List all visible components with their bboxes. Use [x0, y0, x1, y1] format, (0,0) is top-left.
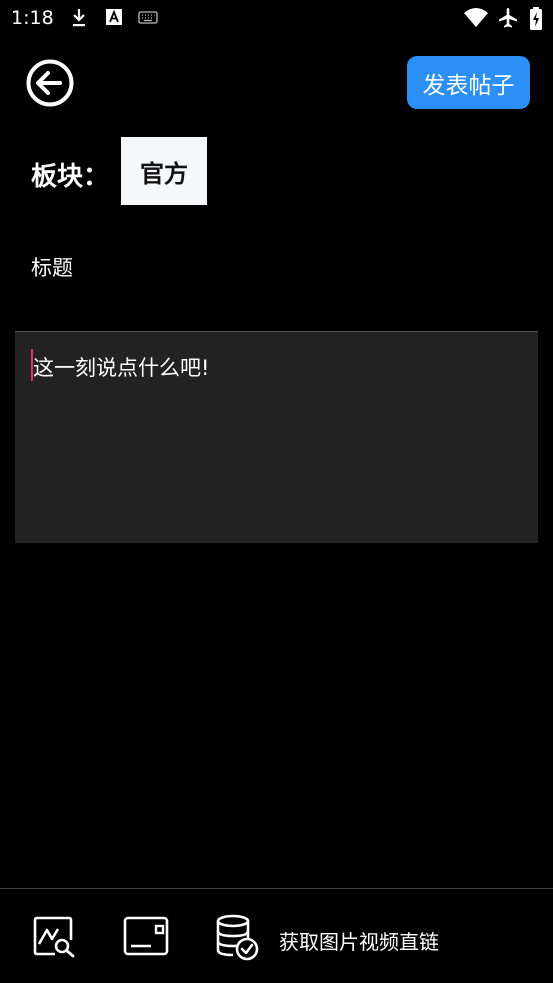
back-button[interactable] — [24, 57, 76, 109]
wifi-icon — [464, 8, 488, 27]
content-placeholder: 这一刻说点什么吧! — [33, 356, 210, 380]
image-search-icon — [33, 916, 75, 958]
font-icon — [106, 9, 122, 25]
insert-image-button[interactable] — [33, 914, 75, 962]
section-selector[interactable]: 官方 — [121, 137, 207, 205]
download-icon — [73, 9, 85, 27]
title-input[interactable]: 标题 — [31, 252, 73, 282]
status-time: 1:18 — [11, 7, 54, 29]
battery-charging-icon — [530, 7, 542, 30]
card-icon — [123, 916, 169, 956]
get-link-label[interactable]: 获取图片视频直链 — [279, 926, 439, 955]
arrow-left-circle-icon — [26, 59, 74, 107]
get-link-button[interactable] — [215, 914, 261, 966]
section-label: 板块： — [31, 162, 110, 192]
keyboard-icon — [138, 11, 158, 24]
content-editor[interactable]: 这一刻说点什么吧! — [15, 331, 538, 543]
airplane-icon — [499, 8, 517, 28]
toolbar-divider — [0, 888, 553, 889]
database-check-icon — [216, 914, 259, 961]
status-bar: 1:18 — [0, 0, 553, 36]
publish-post-button[interactable]: 发表帖子 — [407, 56, 530, 109]
insert-card-button[interactable] — [123, 914, 169, 960]
